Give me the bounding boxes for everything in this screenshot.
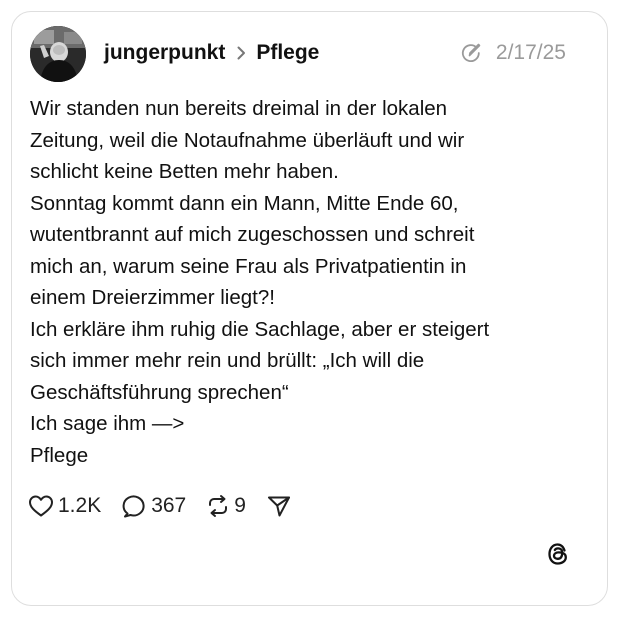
avatar[interactable] [30, 26, 86, 82]
body-line: Ich sage ihm —> [30, 412, 185, 435]
body-line: sich immer mehr rein und brüllt: „Ich wi… [30, 349, 425, 372]
chevron-right-icon [237, 46, 246, 60]
body-line: Ich erkläre ihm ruhig die Sachlage, aber… [30, 317, 490, 341]
reply-count: 367 [151, 494, 187, 517]
send-icon [266, 494, 292, 518]
post-date[interactable]: 2/17/25 [496, 41, 566, 65]
post-meta: 2/17/25 [460, 38, 566, 68]
body-line: Sonntag kommt dann ein Mann, Mitte Ende … [30, 191, 459, 215]
body-line: Zeitung, weil die Notaufnahme überläuft … [30, 128, 465, 152]
like-button[interactable]: 1.2K [28, 494, 101, 518]
topic-link[interactable]: Pflege [256, 41, 319, 65]
share-button[interactable] [266, 494, 292, 518]
body-line: Wir standen nun bereits dreimal in der l… [30, 97, 448, 120]
repost-icon [206, 494, 230, 518]
action-bar: 1.2K 367 9 [28, 491, 312, 521]
body-line: wutentbrannt auf mich zugeschossen und s… [30, 223, 475, 246]
like-count: 1.2K [58, 494, 102, 517]
edited-pencil-icon [460, 42, 482, 64]
repost-count: 9 [234, 494, 246, 517]
body-line: schlicht keine Betten mehr haben. [30, 160, 339, 183]
post-header: jungerpunkt Pflege [104, 38, 319, 68]
body-line: einem Dreierzimmer liegt?! [30, 286, 275, 309]
username-link[interactable]: jungerpunkt [104, 41, 225, 65]
reply-button[interactable]: 367 [121, 494, 186, 518]
post-body: Wir standen nun bereits dreimal in der l… [30, 93, 570, 471]
body-line: Geschäftsführung sprechen“ [30, 380, 289, 404]
body-line: Pflege [30, 443, 89, 467]
threads-logo-icon [545, 541, 571, 567]
heart-icon [28, 494, 54, 518]
comment-bubble-icon [121, 494, 147, 518]
repost-button[interactable]: 9 [206, 494, 246, 518]
body-line: mich an, warum seine Frau als Privatpati… [30, 254, 467, 278]
